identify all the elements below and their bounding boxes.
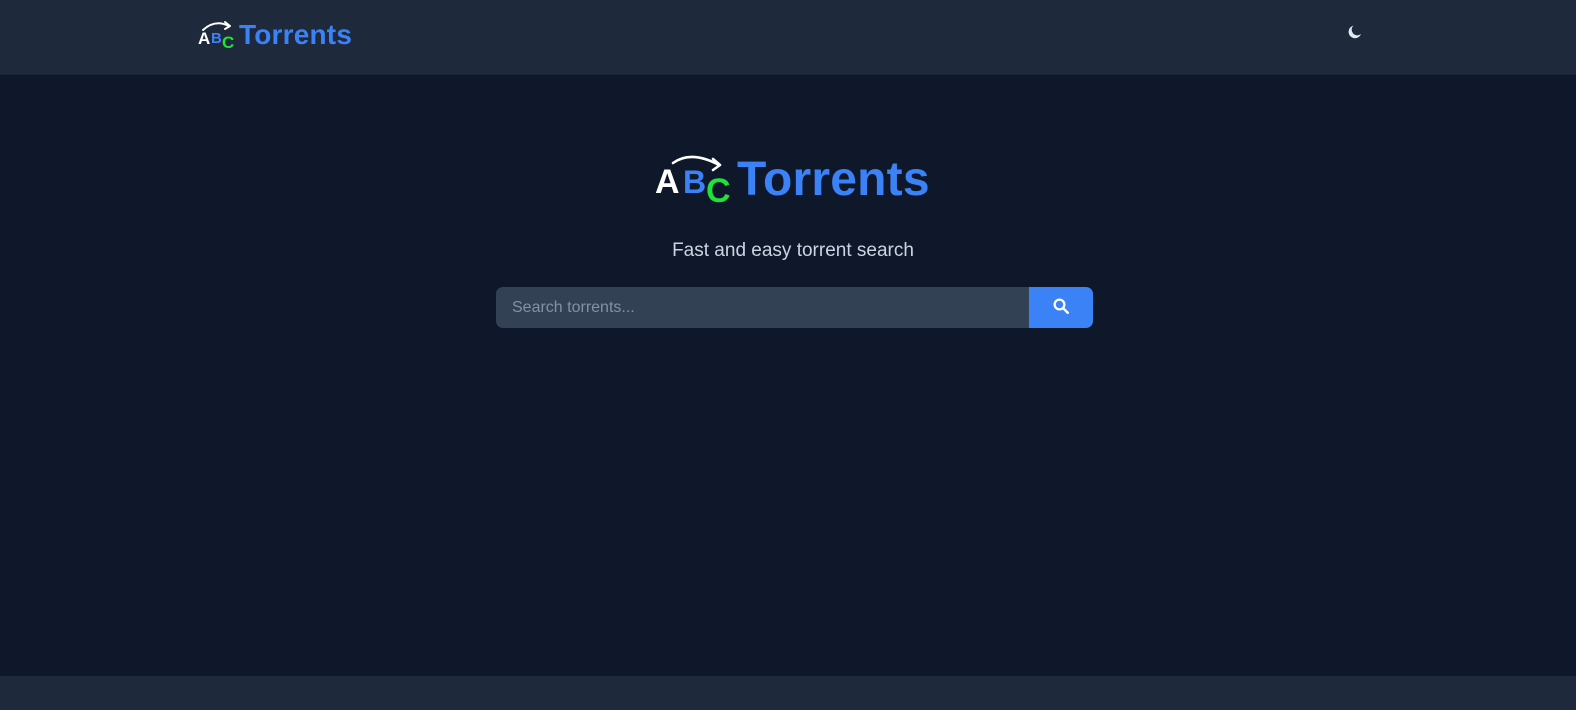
search-input[interactable]	[496, 287, 1029, 328]
header-logo-link[interactable]: A B C Torrents	[198, 17, 352, 53]
abc-logo-large-icon: A B C	[655, 153, 735, 207]
svg-text:A: A	[198, 29, 210, 48]
svg-text:A: A	[655, 163, 680, 201]
moon-icon	[1346, 23, 1364, 46]
footer	[0, 676, 1576, 710]
header-logo-text: Torrents	[239, 19, 353, 50]
svg-text:B: B	[211, 30, 222, 47]
search-button[interactable]	[1029, 287, 1093, 328]
tagline: Fast and easy torrent search	[672, 240, 914, 261]
search-icon	[1052, 297, 1070, 318]
main-content: A B C Torrents Fast and easy torrent sea…	[0, 76, 1576, 676]
hero-logo-text: Torrents	[737, 153, 930, 206]
hero-logo: A B C Torrents	[655, 152, 930, 208]
search-form	[496, 287, 1093, 328]
svg-text:B: B	[683, 164, 706, 200]
abc-logo-icon: A B C	[198, 20, 238, 50]
top-header: A B C Torrents	[0, 0, 1576, 75]
svg-text:C: C	[706, 172, 731, 207]
theme-toggle-button[interactable]	[1343, 22, 1367, 46]
svg-text:C: C	[222, 33, 234, 50]
